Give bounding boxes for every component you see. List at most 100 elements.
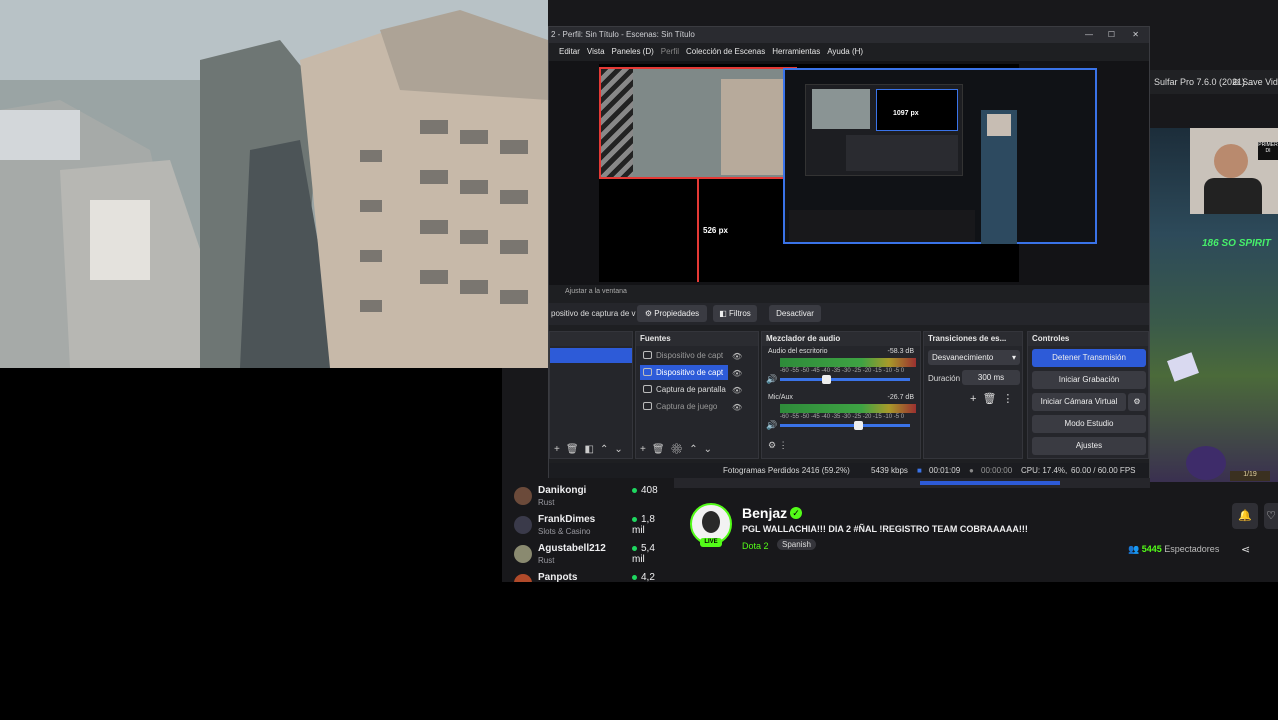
channel-game: Slots & Casino: [538, 527, 591, 536]
channel-item[interactable]: Agustabell212 Rust 5,4 mil: [512, 543, 662, 571]
scene-toolbar: Ajustar a la ventana: [549, 287, 1149, 299]
maximize-icon[interactable]: ☐: [1108, 27, 1115, 43]
obs-window: 2 - Perfil: Sin Título - Escenas: Sin Tí…: [548, 26, 1150, 478]
trash-icon[interactable]: 🗑: [652, 444, 671, 455]
add-icon[interactable]: +: [970, 393, 982, 405]
channel-item[interactable]: Panpots 4,2 mil: [512, 572, 662, 582]
nested-mixer: [846, 135, 958, 171]
source-toolbar: positivo de captura de v ⚙ Propiedades ◧…: [549, 303, 1149, 325]
more-icon[interactable]: ⋮: [1002, 393, 1019, 405]
up-icon[interactable]: ⌃: [689, 444, 703, 455]
add-icon[interactable]: +: [554, 444, 566, 455]
volume-slider[interactable]: [780, 421, 910, 430]
screen-capture-bounds[interactable]: 1097 px: [783, 68, 1097, 244]
down-icon[interactable]: ⌄: [614, 444, 628, 455]
eye-icon[interactable]: 👁: [732, 399, 742, 416]
virtual-camera-settings-icon[interactable]: ⚙: [1128, 393, 1146, 411]
mixer-settings-icon[interactable]: ⚙ ⋮: [768, 440, 788, 451]
menu-vista[interactable]: Vista: [587, 47, 605, 56]
sources-header: Fuentes: [636, 332, 758, 346]
bookmark-save-video[interactable]: ⊕ Save Video: [1232, 77, 1278, 88]
language-tag[interactable]: Spanish: [777, 539, 816, 550]
filter-icon[interactable]: ◧: [585, 444, 600, 455]
virtual-camera-button[interactable]: Iniciar Cámara Virtual: [1032, 393, 1126, 411]
transitions-header: Transiciones de es...: [924, 332, 1022, 346]
eye-icon[interactable]: 👁: [732, 348, 742, 365]
menu-editar[interactable]: Editar: [559, 47, 580, 56]
volume-slider[interactable]: [780, 375, 910, 384]
bookmark-save-video-label: Save Video: [1242, 77, 1278, 87]
source-item-selected[interactable]: Dispositivo de capt: [640, 365, 728, 380]
source-item[interactable]: Dispositivo de capt: [640, 348, 728, 363]
obs-status-bar: Fotogramas Perdidos 2416 (59.2%) 5439 kb…: [549, 463, 1149, 478]
close-icon[interactable]: ✕: [1132, 27, 1139, 43]
eye-icon[interactable]: 👁: [732, 382, 742, 399]
mixer-header: Mezclador de audio: [762, 332, 920, 346]
eye-icon[interactable]: 👁: [732, 365, 742, 382]
nested-stream: [981, 110, 1017, 244]
start-recording-button[interactable]: Iniciar Grabación: [1032, 371, 1146, 389]
channel-item[interactable]: Danikongi Rust 408: [512, 485, 662, 513]
obs-preview-area: 526 px 1097 px: [549, 61, 1149, 285]
nested-size-label: 1097 px: [893, 110, 919, 117]
transition-actions: +🗑⋮: [970, 392, 1019, 405]
game-link[interactable]: Dota 2: [742, 541, 769, 551]
selected-source-bounds[interactable]: [599, 67, 797, 179]
stop-stream-button[interactable]: Detener Transmisión: [1032, 349, 1146, 367]
add-icon[interactable]: +: [640, 444, 652, 455]
trash-icon[interactable]: 🗑: [566, 444, 585, 455]
up-icon[interactable]: ⌃: [600, 444, 614, 455]
menu-perfil[interactable]: Perfil: [661, 47, 679, 56]
scene-item-selected[interactable]: [550, 348, 632, 363]
avatar: [514, 487, 532, 505]
filters-button[interactable]: ◧ Filtros: [713, 305, 757, 322]
monitor-icon: [643, 385, 652, 393]
properties-button[interactable]: ⚙ Propiedades: [637, 305, 707, 322]
duration-label: Duración: [928, 374, 961, 383]
menu-herramientas[interactable]: Herramientas: [772, 47, 820, 56]
source-item[interactable]: Captura de juego: [640, 399, 728, 414]
camera-icon: [643, 368, 652, 376]
controls-header: Controles: [1028, 332, 1148, 346]
channel-viewers: 5,4 mil: [632, 543, 662, 565]
transitions-panel: Transiciones de es... Desvanecimiento ▾ D…: [923, 331, 1023, 459]
stream-video[interactable]: PRIMER DI 186 SO SPIRIT 1/19: [1150, 128, 1278, 482]
avatar-face: [702, 511, 720, 533]
menu-coleccion[interactable]: Colección de Escenas: [686, 47, 765, 56]
source-item[interactable]: Captura de pantalla: [640, 382, 728, 397]
nested-stream-info: [789, 210, 975, 242]
speaker-icon[interactable]: 🔊: [766, 420, 777, 431]
speaker-icon[interactable]: 🔊: [766, 374, 777, 385]
volume-handle[interactable]: [854, 421, 864, 430]
menu-ayuda[interactable]: Ayuda (H): [827, 47, 863, 56]
live-time: 00:01:09: [929, 466, 961, 475]
transition-select[interactable]: Desvanecimiento ▾: [928, 350, 1020, 365]
channel-name: Agustabell212: [538, 543, 606, 554]
heart-icon[interactable]: ♡: [1264, 503, 1278, 529]
preview-canvas[interactable]: 526 px 1097 px: [599, 64, 1097, 282]
settings-button[interactable]: Ajustes: [1032, 437, 1146, 455]
share-icon[interactable]: ⋖: [1241, 543, 1250, 556]
volume-handle[interactable]: [822, 375, 831, 384]
menu-paneles[interactable]: Paneles (D): [612, 47, 654, 56]
studio-mode-button[interactable]: Modo Estudio: [1032, 415, 1146, 433]
fit-window-label[interactable]: Ajustar a la ventana: [565, 288, 627, 295]
channel-item[interactable]: FrankDimes Slots & Casino 1,8 mil: [512, 514, 662, 542]
gear-icon[interactable]: ⚙: [671, 444, 690, 455]
purple-rock: [1186, 446, 1226, 480]
bell-icon[interactable]: 🔔: [1232, 503, 1258, 529]
streamer-name[interactable]: Benjaz: [742, 505, 787, 521]
down-icon[interactable]: ⌄: [704, 444, 718, 455]
record-icon: ●: [969, 466, 974, 475]
bookmarks-bar: Sulfar Pro 7.6.0 (2021)... ⊕ Save Video: [1150, 70, 1278, 94]
stream-strip: [674, 478, 1150, 488]
trash-icon[interactable]: 🗑: [982, 393, 1002, 405]
duration-input[interactable]: 300 ms: [962, 370, 1020, 385]
controls-panel: Controles Detener Transmisión Iniciar Gr…: [1027, 331, 1149, 459]
scene-actions[interactable]: +🗑◧⌃⌄: [554, 444, 629, 455]
channel-name: Panpots: [538, 572, 578, 582]
mixer-channel-name: Mic/Aux: [768, 394, 793, 401]
source-label: Captura de pantalla: [656, 385, 726, 394]
minimize-icon[interactable]: —: [1085, 27, 1093, 43]
deactivate-button[interactable]: Desactivar: [769, 305, 821, 322]
